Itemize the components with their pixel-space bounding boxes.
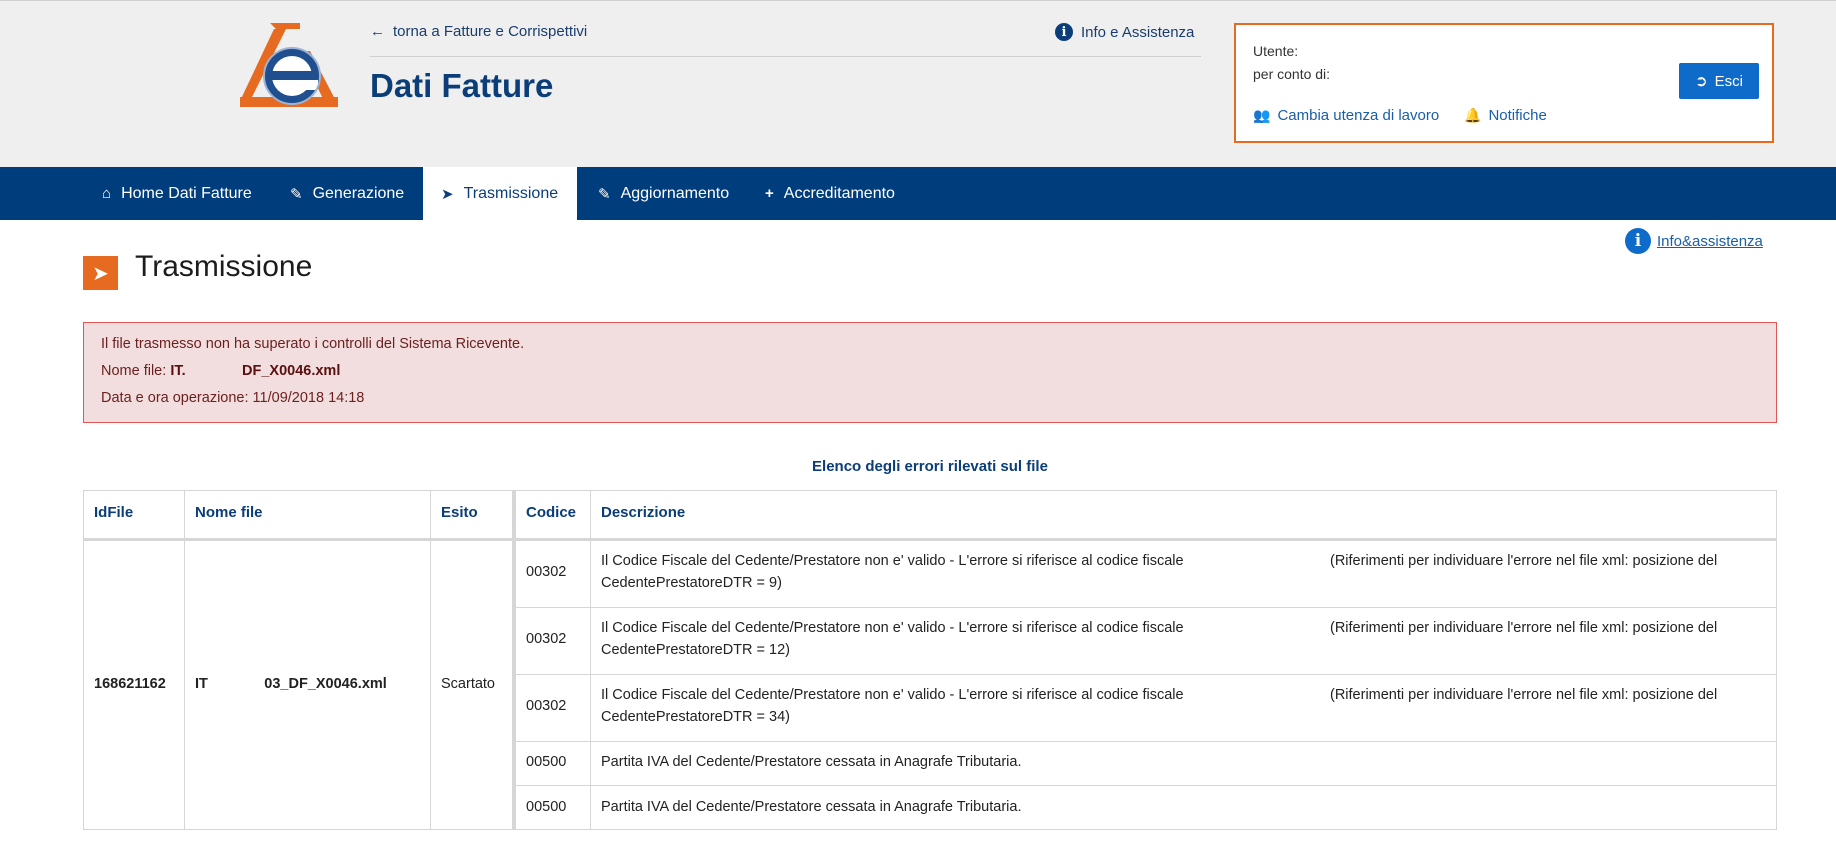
header-divider xyxy=(84,538,1776,541)
home-icon: ⌂ xyxy=(102,185,112,202)
nav-aggiornamento[interactable]: ✎ Aggiornamento xyxy=(580,167,747,220)
info-assistenza-label: Info e Assistenza xyxy=(1081,23,1195,41)
alert-file-line: Nome file: IT. DF_X0046.xml xyxy=(101,363,340,379)
nav-label: Aggiornamento xyxy=(620,184,730,202)
error-code: 00500 xyxy=(526,799,567,815)
row-divider xyxy=(516,785,1776,786)
header-divider xyxy=(370,56,1201,57)
agenzia-entrate-logo[interactable] xyxy=(240,21,340,111)
logout-label: Esci xyxy=(1714,72,1743,90)
alert-date-line: Data e ora operazione: 11/09/2018 14:18 xyxy=(101,390,364,406)
row-divider xyxy=(516,607,1776,608)
error-desc: Il Codice Fiscale del Cedente/Prestatore… xyxy=(601,553,1184,569)
nav-label: Home Dati Fatture xyxy=(121,184,252,202)
col-divider xyxy=(430,491,431,829)
plus-icon: + xyxy=(765,185,774,202)
error-ref: (Riferimenti per individuare l'errore ne… xyxy=(1330,553,1718,569)
paper-plane-icon: ➤ xyxy=(83,256,118,290)
user-panel: Utente: per conto di: ➲ Esci 👥 Cambia ut… xyxy=(1234,23,1774,143)
info-assistenza-page-label[interactable]: Info&assistenza xyxy=(1657,233,1763,250)
info-assistenza-link[interactable]: i Info e Assistenza xyxy=(1055,23,1194,41)
error-desc-cont: CedentePrestatoreDTR = 34) xyxy=(601,709,790,725)
pencil-icon: ✎ xyxy=(290,185,303,203)
col-codice: Codice xyxy=(526,504,577,521)
col-divider xyxy=(512,491,516,829)
error-desc-cont: CedentePrestatoreDTR = 12) xyxy=(601,642,790,658)
row-divider xyxy=(516,674,1776,675)
back-link-label: torna a Fatture e Corrispettivi xyxy=(393,23,588,40)
main-nav: ⌂ Home Dati Fatture ✎ Generazione ➤ Tras… xyxy=(0,167,1836,220)
error-alert: Il file trasmesso non ha superato i cont… xyxy=(83,322,1777,423)
info-icon: i xyxy=(1625,228,1651,254)
bell-icon: 🔔 xyxy=(1464,107,1482,123)
site-header: ← torna a Fatture e Corrispettivi i Info… xyxy=(0,0,1836,168)
error-code: 00302 xyxy=(526,698,567,714)
page-title: Trasmissione xyxy=(135,250,313,283)
row-divider xyxy=(516,741,1776,742)
error-ref: (Riferimenti per individuare l'errore ne… xyxy=(1330,687,1718,703)
change-user-link[interactable]: 👥 Cambia utenza di lavoro xyxy=(1253,107,1439,124)
error-desc-cont: CedentePrestatoreDTR = 9) xyxy=(601,575,782,591)
error-desc: Partita IVA del Cedente/Prestatore cessa… xyxy=(601,799,1022,815)
paper-plane-icon: ➤ xyxy=(441,185,454,203)
pencil-icon: ✎ xyxy=(598,185,611,203)
nav-label: Accreditamento xyxy=(783,184,895,202)
col-idfile: IdFile xyxy=(94,504,134,521)
user-label: Utente: xyxy=(1253,43,1299,59)
errors-table: IdFile Nome file Esito Codice Descrizion… xyxy=(83,490,1777,830)
nav-accreditamento[interactable]: + Accreditamento xyxy=(747,167,913,220)
nav-label: Generazione xyxy=(312,184,405,202)
on-behalf-label: per conto di: xyxy=(1253,66,1331,82)
app-title: Dati Fatture xyxy=(370,67,554,104)
alert-file-label: Nome file: xyxy=(101,363,167,379)
nav-trasmissione[interactable]: ➤ Trasmissione xyxy=(423,167,577,220)
file-name: IT 03_DF_X0046.xml xyxy=(195,676,387,692)
logout-button[interactable]: ➲ Esci xyxy=(1679,63,1759,99)
error-code: 00302 xyxy=(526,564,567,580)
error-desc: Il Codice Fiscale del Cedente/Prestatore… xyxy=(601,687,1184,703)
nav-label: Trasmissione xyxy=(463,184,559,202)
alert-file-name: IT. DF_X0046.xml xyxy=(170,363,341,379)
alert-message: Il file trasmesso non ha superato i cont… xyxy=(101,336,525,352)
col-esito: Esito xyxy=(441,504,478,521)
notifications-label: Notifiche xyxy=(1488,107,1547,124)
error-code: 00302 xyxy=(526,631,567,647)
arrow-left-icon: ← xyxy=(370,23,385,40)
col-divider xyxy=(184,491,185,829)
back-to-fatture-link[interactable]: ← torna a Fatture e Corrispettivi xyxy=(370,23,587,40)
nav-generazione[interactable]: ✎ Generazione xyxy=(272,167,422,220)
change-user-label: Cambia utenza di lavoro xyxy=(1277,107,1440,124)
file-esito: Scartato xyxy=(441,676,495,692)
error-code: 00500 xyxy=(526,754,567,770)
users-icon: 👥 xyxy=(1253,107,1271,123)
error-ref: (Riferimenti per individuare l'errore ne… xyxy=(1330,620,1718,636)
alert-date-label: Data e ora operazione: xyxy=(101,390,249,406)
info-icon: i xyxy=(1055,23,1073,41)
file-id: 168621162 xyxy=(94,676,166,692)
info-assistenza-page-link[interactable]: i Info&assistenza xyxy=(1625,228,1763,254)
col-nome-file: Nome file xyxy=(195,504,263,521)
error-desc: Partita IVA del Cedente/Prestatore cessa… xyxy=(601,754,1022,770)
col-divider xyxy=(590,491,591,829)
error-desc: Il Codice Fiscale del Cedente/Prestatore… xyxy=(601,620,1184,636)
alert-date-value: 11/09/2018 14:18 xyxy=(252,390,365,406)
col-descrizione: Descrizione xyxy=(601,504,686,521)
nav-home-dati-fatture[interactable]: ⌂ Home Dati Fatture xyxy=(84,167,270,220)
sign-out-icon: ➲ xyxy=(1695,73,1708,90)
errors-heading: Elenco degli errori rilevati sul file xyxy=(812,458,1048,475)
notifications-link[interactable]: 🔔 Notifiche xyxy=(1464,107,1547,124)
